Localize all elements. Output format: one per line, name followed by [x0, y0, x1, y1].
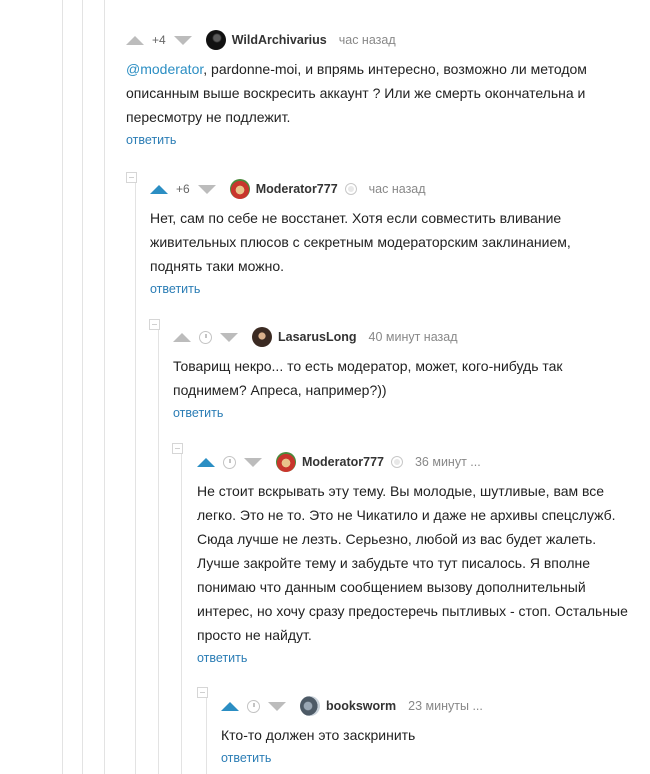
thread-line	[181, 450, 182, 774]
comment-author[interactable]: LasarusLong	[278, 330, 357, 344]
comment-body: Нет, сам по себе не восстанет. Хотя если…	[150, 210, 571, 274]
comment-rating: +4	[152, 33, 166, 47]
comment-body: @moderator, pardonne-moi, и впрямь интер…	[126, 57, 626, 129]
downvote-arrow-icon[interactable]	[197, 184, 216, 194]
thread-line	[82, 0, 83, 774]
upvote-arrow-icon[interactable]	[126, 35, 144, 45]
comment-time[interactable]: 40 минут назад	[369, 330, 458, 344]
collapse-icon[interactable]	[149, 319, 160, 330]
collapse-icon[interactable]	[172, 443, 183, 454]
comment: booksworm 23 минуты ... Кто-то должен эт…	[221, 693, 621, 767]
downvote-arrow-icon[interactable]	[173, 35, 192, 45]
comment-time[interactable]: час назад	[369, 182, 426, 196]
comment: +4 WildArchivarius час назад @moderator,…	[126, 27, 626, 149]
reply-button[interactable]: ответить	[197, 651, 247, 665]
avatar[interactable]	[276, 452, 296, 472]
avatar[interactable]	[252, 327, 272, 347]
reply-button[interactable]: ответить	[150, 282, 200, 296]
comment-author[interactable]: WildArchivarius	[232, 33, 327, 47]
clock-icon	[199, 330, 212, 344]
upvote-arrow-icon[interactable]	[173, 332, 191, 342]
downvote-arrow-icon[interactable]	[220, 332, 238, 342]
moderator-icon	[344, 183, 357, 195]
avatar[interactable]	[229, 179, 250, 199]
upvote-arrow-icon[interactable]	[150, 184, 168, 194]
comment: +6 Moderator777 час назад Нет, сам по се…	[150, 176, 620, 298]
comment-time[interactable]: 23 минуты ...	[408, 699, 483, 713]
thread-line	[206, 694, 207, 774]
thread-line	[158, 326, 159, 774]
comment-body: Не стоит вскрывать эту тему. Вы молодые,…	[197, 483, 628, 643]
comment-header: Moderator777 36 минут ...	[197, 449, 637, 475]
comment-time[interactable]: 36 минут ...	[415, 455, 481, 469]
collapse-icon[interactable]	[197, 687, 208, 698]
avatar[interactable]	[205, 30, 226, 50]
comment-author[interactable]: booksworm	[326, 699, 396, 713]
comment: Moderator777 36 минут ... Не стоит вскры…	[197, 449, 637, 667]
clock-icon	[247, 699, 260, 713]
comment: LasarusLong 40 минут назад Товарищ некро…	[173, 324, 613, 422]
comment-header: booksworm 23 минуты ...	[221, 693, 621, 719]
comment-author[interactable]: Moderator777	[256, 182, 338, 196]
thread-line	[104, 0, 105, 774]
comment-header: LasarusLong 40 минут назад	[173, 324, 613, 350]
comment-rating: +6	[176, 182, 190, 196]
reply-button[interactable]: ответить	[173, 406, 223, 420]
avatar[interactable]	[300, 696, 320, 716]
collapse-icon[interactable]	[126, 172, 137, 183]
moderator-icon	[390, 456, 403, 468]
reply-button[interactable]: ответить	[221, 751, 271, 765]
upvote-arrow-icon[interactable]	[197, 457, 215, 467]
clock-icon	[223, 455, 236, 469]
mention-link[interactable]: @moderator	[126, 61, 203, 77]
comment-time[interactable]: час назад	[339, 33, 396, 47]
thread-line	[135, 178, 136, 774]
downvote-arrow-icon[interactable]	[268, 701, 286, 711]
comment-body: Кто-то должен это заскринить	[221, 727, 416, 743]
thread-line	[62, 0, 63, 774]
comment-author[interactable]: Moderator777	[302, 455, 384, 469]
reply-button[interactable]: ответить	[126, 133, 176, 147]
upvote-arrow-icon[interactable]	[221, 701, 239, 711]
downvote-arrow-icon[interactable]	[244, 457, 262, 467]
comment-body: Товарищ некро... то есть модератор, може…	[173, 358, 563, 398]
comment-header: +4 WildArchivarius час назад	[126, 27, 626, 53]
comment-header: +6 Moderator777 час назад	[150, 176, 620, 202]
